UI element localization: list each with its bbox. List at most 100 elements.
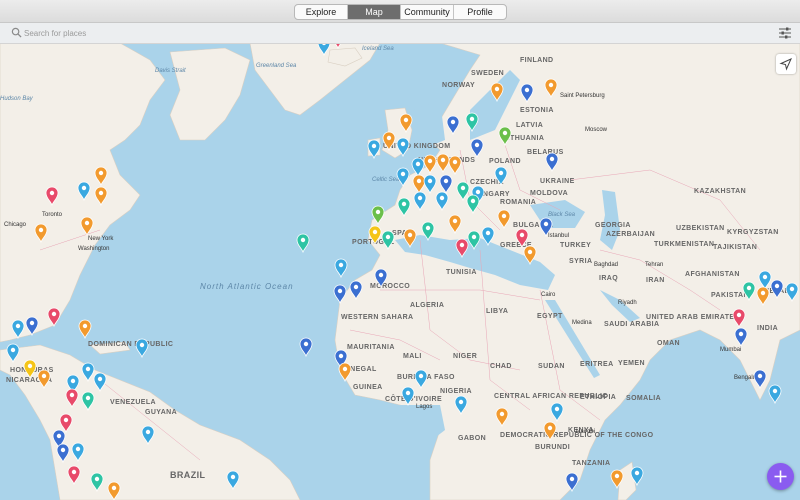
- place-pin[interactable]: [397, 197, 411, 218]
- place-pin[interactable]: [45, 186, 59, 207]
- tab-profile[interactable]: Profile: [454, 5, 506, 19]
- place-pin[interactable]: [56, 443, 70, 464]
- place-pin[interactable]: [11, 319, 25, 340]
- place-pin[interactable]: [515, 228, 529, 249]
- tab-map[interactable]: Map: [348, 5, 401, 19]
- place-pin[interactable]: [465, 112, 479, 133]
- place-pin[interactable]: [565, 472, 579, 493]
- place-pin[interactable]: [374, 268, 388, 289]
- place-pin[interactable]: [399, 113, 413, 134]
- place-pin[interactable]: [456, 181, 470, 202]
- place-pin[interactable]: [94, 186, 108, 207]
- place-pin[interactable]: [467, 230, 481, 251]
- place-pin[interactable]: [334, 258, 348, 279]
- place-pin[interactable]: [523, 245, 537, 266]
- place-pin[interactable]: [367, 139, 381, 160]
- place-pin[interactable]: [226, 470, 240, 491]
- place-pin[interactable]: [497, 209, 511, 230]
- place-pin[interactable]: [448, 214, 462, 235]
- place-pin[interactable]: [78, 319, 92, 340]
- place-pin[interactable]: [317, 43, 331, 57]
- place-pin[interactable]: [67, 465, 81, 486]
- place-pin[interactable]: [396, 137, 410, 158]
- place-pin[interactable]: [732, 308, 746, 329]
- place-pin[interactable]: [520, 83, 534, 104]
- locate-button[interactable]: [776, 54, 796, 74]
- place-pin[interactable]: [421, 221, 435, 242]
- place-pin[interactable]: [34, 223, 48, 244]
- place-pin[interactable]: [368, 225, 382, 246]
- tab-community[interactable]: Community: [401, 5, 454, 19]
- place-pin[interactable]: [768, 384, 782, 405]
- place-pin[interactable]: [381, 230, 395, 251]
- add-place-button[interactable]: [767, 463, 794, 490]
- place-pin[interactable]: [333, 284, 347, 305]
- place-pin[interactable]: [466, 194, 480, 215]
- place-pin[interactable]: [498, 126, 512, 147]
- place-pin[interactable]: [396, 167, 410, 188]
- place-pin[interactable]: [296, 233, 310, 254]
- place-pin[interactable]: [299, 337, 313, 358]
- place-pin[interactable]: [403, 228, 417, 249]
- place-pin[interactable]: [37, 369, 51, 390]
- place-pin[interactable]: [545, 152, 559, 173]
- place-pin[interactable]: [371, 205, 385, 226]
- place-pin[interactable]: [436, 153, 450, 174]
- place-pin[interactable]: [412, 174, 426, 195]
- place-pin[interactable]: [423, 174, 437, 195]
- place-pin[interactable]: [539, 217, 553, 238]
- place-pin[interactable]: [71, 442, 85, 463]
- place-pin[interactable]: [742, 281, 756, 302]
- place-pin[interactable]: [59, 413, 73, 434]
- place-pin[interactable]: [401, 386, 415, 407]
- place-pin[interactable]: [770, 279, 784, 300]
- world-map[interactable]: FINLAND SWEDEN NORWAY ESTONIA LATVIA LIT…: [0, 42, 800, 500]
- place-pin[interactable]: [785, 282, 799, 303]
- place-pin[interactable]: [610, 469, 624, 490]
- place-pin[interactable]: [435, 191, 449, 212]
- place-pin[interactable]: [423, 154, 437, 175]
- search-input[interactable]: [22, 25, 326, 42]
- place-pin[interactable]: [81, 362, 95, 383]
- filter-button[interactable]: [775, 23, 795, 43]
- place-pin[interactable]: [135, 338, 149, 359]
- place-pin[interactable]: [756, 286, 770, 307]
- place-pin[interactable]: [65, 388, 79, 409]
- place-pin[interactable]: [6, 343, 20, 364]
- place-pin[interactable]: [544, 78, 558, 99]
- place-pin[interactable]: [753, 369, 767, 390]
- place-pin[interactable]: [77, 181, 91, 202]
- place-pin[interactable]: [446, 115, 460, 136]
- place-pin[interactable]: [495, 407, 509, 428]
- place-pin[interactable]: [338, 362, 352, 383]
- place-pin[interactable]: [93, 372, 107, 393]
- tab-explore[interactable]: Explore: [295, 5, 348, 19]
- place-pin[interactable]: [630, 466, 644, 487]
- place-pin[interactable]: [94, 166, 108, 187]
- place-pin[interactable]: [455, 238, 469, 259]
- place-pin[interactable]: [413, 191, 427, 212]
- place-pin[interactable]: [490, 82, 504, 103]
- place-pin[interactable]: [448, 155, 462, 176]
- place-pin[interactable]: [734, 327, 748, 348]
- place-pin[interactable]: [454, 395, 468, 416]
- place-pin[interactable]: [90, 472, 104, 493]
- place-pin[interactable]: [550, 402, 564, 423]
- place-pin[interactable]: [481, 226, 495, 247]
- place-pin[interactable]: [411, 157, 425, 178]
- place-pin[interactable]: [470, 138, 484, 159]
- place-pin[interactable]: [494, 166, 508, 187]
- place-pin[interactable]: [81, 391, 95, 412]
- place-pin[interactable]: [107, 481, 121, 500]
- place-pin[interactable]: [80, 216, 94, 237]
- place-pin[interactable]: [25, 316, 39, 337]
- place-pin[interactable]: [439, 174, 453, 195]
- place-pin[interactable]: [349, 280, 363, 301]
- place-pin[interactable]: [414, 369, 428, 390]
- place-pin[interactable]: [23, 359, 37, 380]
- place-pin[interactable]: [543, 421, 557, 442]
- place-pin[interactable]: [382, 131, 396, 152]
- place-pin[interactable]: [47, 307, 61, 328]
- place-pin[interactable]: [141, 425, 155, 446]
- place-pin[interactable]: [758, 270, 772, 291]
